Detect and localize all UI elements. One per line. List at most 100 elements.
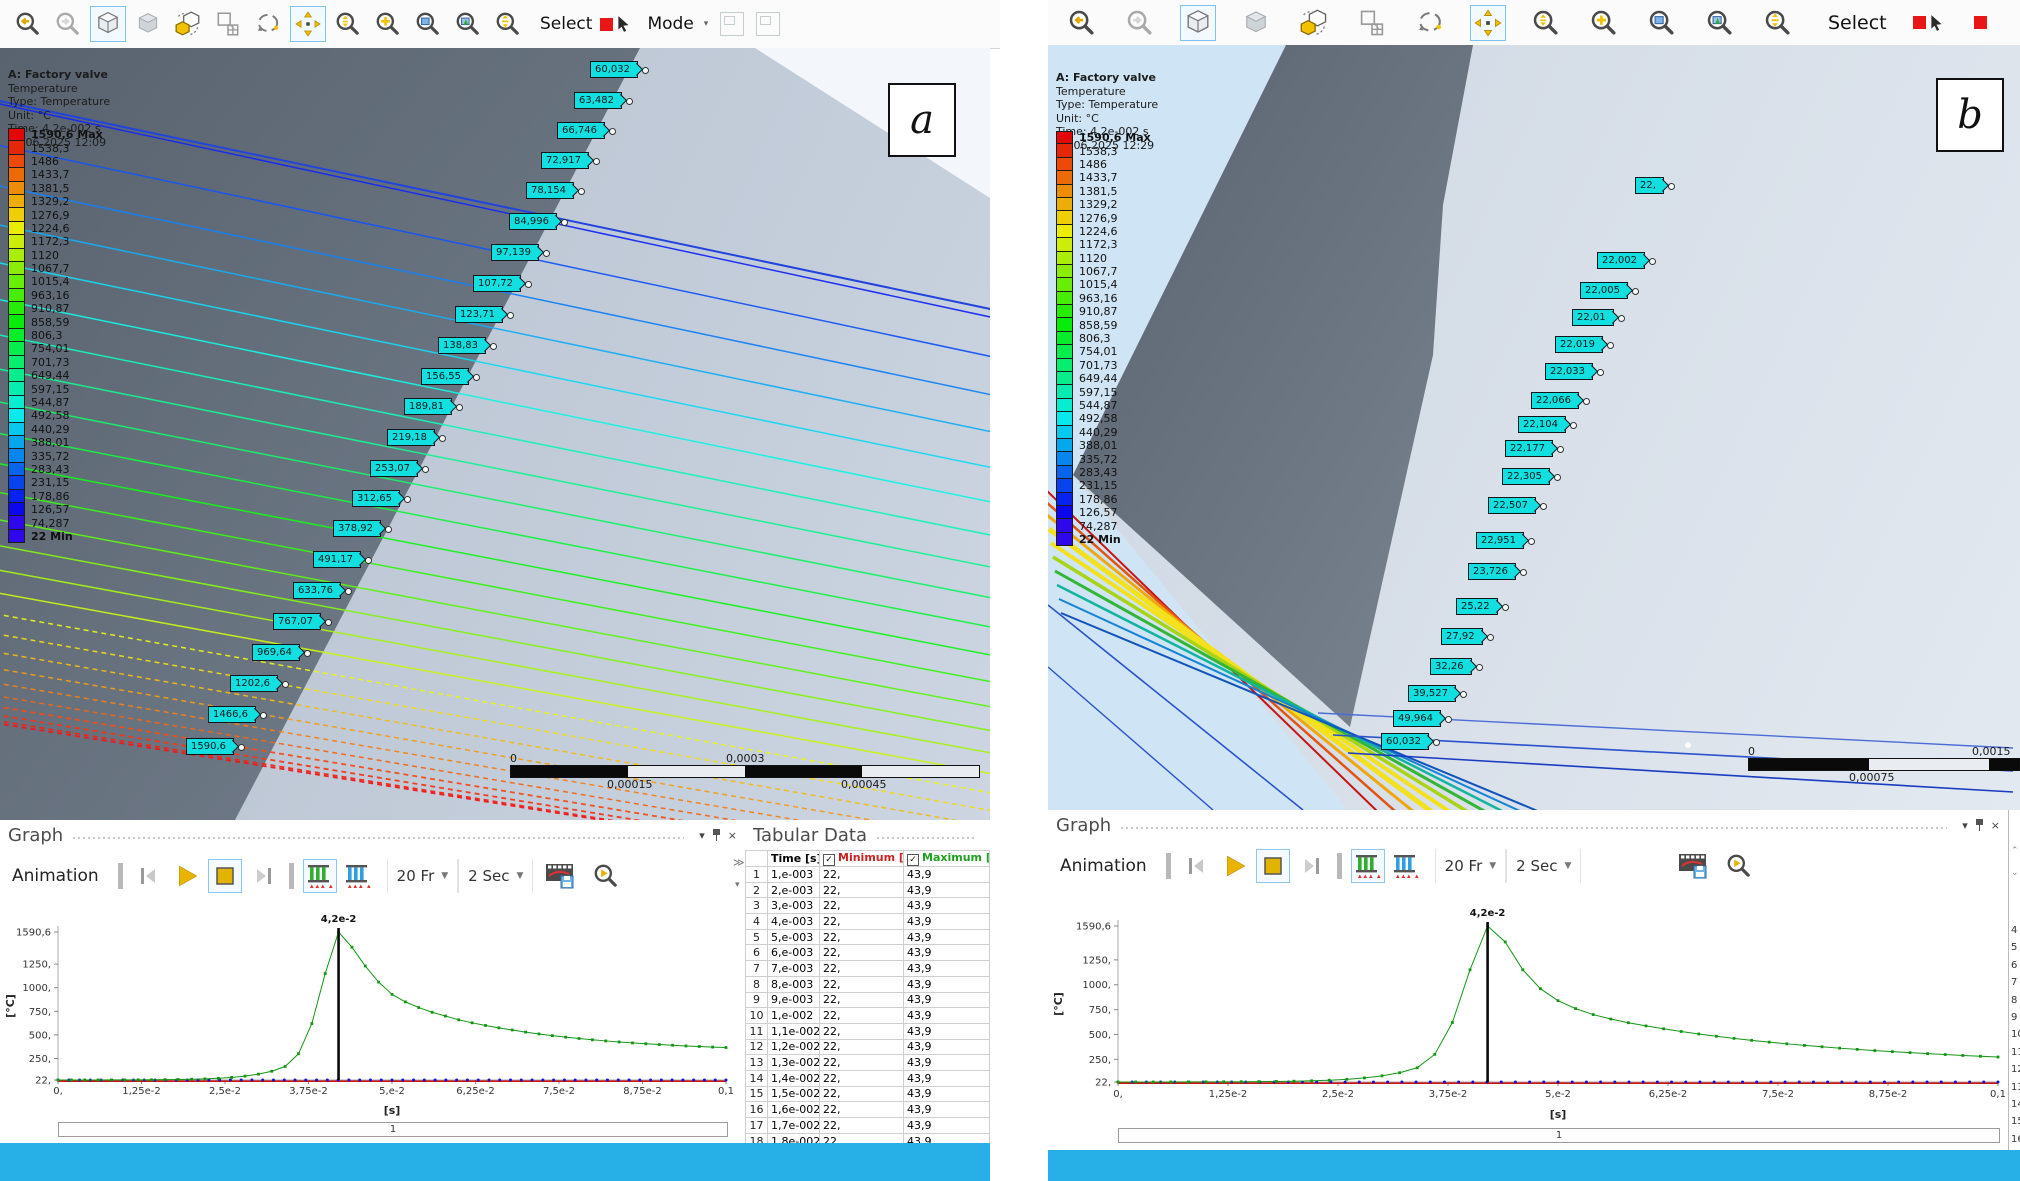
rotate-icon[interactable] (1412, 5, 1448, 41)
export-video-button[interactable] (543, 859, 577, 893)
select-label[interactable]: Select (540, 14, 592, 34)
table-row[interactable]: 121,2e-00222,43,9 (746, 1039, 990, 1055)
viewport-b[interactable]: A: Factory valveTemperatureType: Tempera… (1048, 45, 2020, 811)
frames-dropdown[interactable]: 20 Fr▼ (387, 859, 458, 893)
col-time[interactable]: Time [s] (768, 851, 820, 867)
window-pane-icon[interactable] (720, 12, 744, 36)
animation-slider[interactable]: 1 (58, 1122, 728, 1137)
result-bars-blue-button[interactable] (1389, 849, 1423, 883)
manage-views-icon[interactable] (1296, 5, 1332, 41)
play-button[interactable] (170, 859, 204, 893)
iso-view-icon[interactable] (90, 6, 126, 42)
probe-tag[interactable]: 22,066 (1531, 392, 1579, 409)
probe-tag[interactable]: 22,01 (1572, 309, 1614, 326)
splitter-caret-icon[interactable]: ▾ (735, 880, 740, 890)
probe-tag[interactable]: 22,305 (1502, 468, 1550, 485)
probe-tag[interactable]: 253,07 (370, 460, 418, 477)
iso-view-icon[interactable] (1180, 5, 1216, 41)
table-row[interactable]: 101,e-00222,43,9 (746, 1008, 990, 1024)
mode-caret-icon[interactable]: ▾ (704, 19, 709, 29)
mode-label[interactable]: Mode (647, 14, 693, 34)
frames-dropdown[interactable]: 20 Fr▼ (1435, 849, 1506, 883)
table-row[interactable]: 77,e-00322,43,9 (746, 961, 990, 977)
zoom-play-button[interactable] (589, 859, 623, 893)
probe-tag[interactable]: 39,527 (1408, 685, 1456, 702)
probe-tag[interactable]: 49,964 (1393, 710, 1441, 727)
probe-tag[interactable]: 138,83 (438, 337, 486, 354)
zoom-out-icon[interactable] (490, 6, 526, 42)
table-row[interactable]: 66,e-00322,43,9 (746, 945, 990, 961)
probe-tag[interactable]: 63,482 (574, 92, 622, 109)
probe-tag[interactable]: 22,951 (1476, 532, 1524, 549)
probe-tag[interactable]: 312,65 (352, 490, 400, 507)
probe-tag[interactable]: 72,917 (541, 152, 589, 169)
step-end-button[interactable] (1294, 849, 1328, 883)
zoom-fit-icon[interactable] (1528, 5, 1564, 41)
zoom-box-icon[interactable] (1644, 5, 1680, 41)
pan-icon[interactable] (290, 6, 326, 42)
probe-tag[interactable]: 1590,6 (186, 738, 234, 755)
table-row[interactable]: 22,e-00322,43,9 (746, 882, 990, 898)
select-label[interactable]: Select (1828, 12, 1887, 34)
probe-tag[interactable]: 22,019 (1555, 336, 1603, 353)
pane-menu-icon[interactable]: ▾ (1962, 819, 1968, 832)
zoom-back-icon[interactable] (1064, 5, 1100, 41)
table-row[interactable]: 141,4e-00222,43,9 (746, 1070, 990, 1086)
table-row[interactable]: 55,e-00322,43,9 (746, 929, 990, 945)
probe-tag[interactable]: 107,72 (473, 275, 521, 292)
table-row[interactable]: 33,e-00322,43,9 (746, 898, 990, 914)
probe-tag[interactable]: 22, (1635, 177, 1664, 194)
probe-tag[interactable]: 22,104 (1518, 416, 1566, 433)
stop-button[interactable] (208, 859, 242, 893)
collapse-up-icon[interactable]: ⌃ (2011, 846, 2019, 856)
probe-tag[interactable]: 1466,6 (208, 706, 256, 723)
splitter-collapse-icon[interactable]: ≫ (733, 856, 745, 869)
table-row[interactable]: 88,e-00322,43,9 (746, 976, 990, 992)
col-maximum[interactable]: ✓Maximum [°C] (904, 851, 990, 867)
table-row[interactable]: 131,3e-00222,43,9 (746, 1055, 990, 1071)
table-row[interactable]: 44,e-00322,43,9 (746, 914, 990, 930)
copy-pane-icon[interactable] (756, 12, 780, 36)
zoom-in-icon[interactable] (370, 6, 406, 42)
probe-tag[interactable]: 1202,6 (230, 675, 278, 692)
probe-tag[interactable]: 156,55 (421, 368, 469, 385)
manage-views-icon[interactable] (170, 6, 206, 42)
probe-tag[interactable]: 22,005 (1580, 282, 1628, 299)
table-row[interactable]: 171,7e-00222,43,9 (746, 1118, 990, 1134)
play-button[interactable] (1218, 849, 1252, 883)
viewport-a[interactable]: A: Factory valveTemperatureType: Tempera… (0, 48, 990, 821)
table-row[interactable]: 161,6e-00222,43,9 (746, 1102, 990, 1118)
zoom-out-icon[interactable] (1760, 5, 1796, 41)
probe-tag[interactable]: 969,64 (252, 644, 300, 661)
table-row[interactable]: 181,8e-00222,43,9 (746, 1133, 990, 1143)
probe-tag[interactable]: 66,746 (557, 122, 605, 139)
step-end-button[interactable] (246, 859, 280, 893)
rotate-icon[interactable] (250, 6, 286, 42)
close-icon[interactable]: × (1991, 819, 2000, 832)
pin-icon[interactable] (712, 829, 721, 841)
animation-slider[interactable]: 1 (1118, 1128, 2000, 1143)
zoom-box-icon[interactable] (410, 6, 446, 42)
result-bars-green-button[interactable] (303, 859, 337, 893)
probe-tag[interactable]: 84,996 (509, 213, 557, 230)
probe-tag[interactable]: 23,726 (1468, 563, 1516, 580)
seconds-dropdown[interactable]: 2 Sec▼ (458, 859, 533, 893)
zoom-model-icon[interactable] (450, 6, 486, 42)
zoom-in-icon[interactable] (1586, 5, 1622, 41)
seconds-dropdown[interactable]: 2 Sec▼ (1506, 849, 1581, 883)
probe-tag[interactable]: 60,032 (1381, 733, 1429, 750)
table-row[interactable]: 111,1e-00222,43,9 (746, 1023, 990, 1039)
probe-tag[interactable]: 189,81 (404, 398, 452, 415)
pane-menu-icon[interactable]: ▾ (699, 829, 705, 842)
collapse-down-icon[interactable]: ⌄ (2011, 868, 2019, 878)
table-row[interactable]: 99,e-00322,43,9 (746, 992, 990, 1008)
zoom-fit-icon[interactable] (330, 6, 366, 42)
shaded-view-icon[interactable] (1238, 5, 1274, 41)
zoom-model-icon[interactable] (1702, 5, 1738, 41)
probe-tag[interactable]: 22,002 (1597, 252, 1645, 269)
probe-tag[interactable]: 22,033 (1545, 363, 1593, 380)
skip-start-button[interactable] (132, 859, 166, 893)
zoom-play-button[interactable] (1722, 849, 1756, 883)
probe-tag[interactable]: 60,032 (590, 61, 638, 78)
zoom-forward-icon[interactable] (50, 6, 86, 42)
